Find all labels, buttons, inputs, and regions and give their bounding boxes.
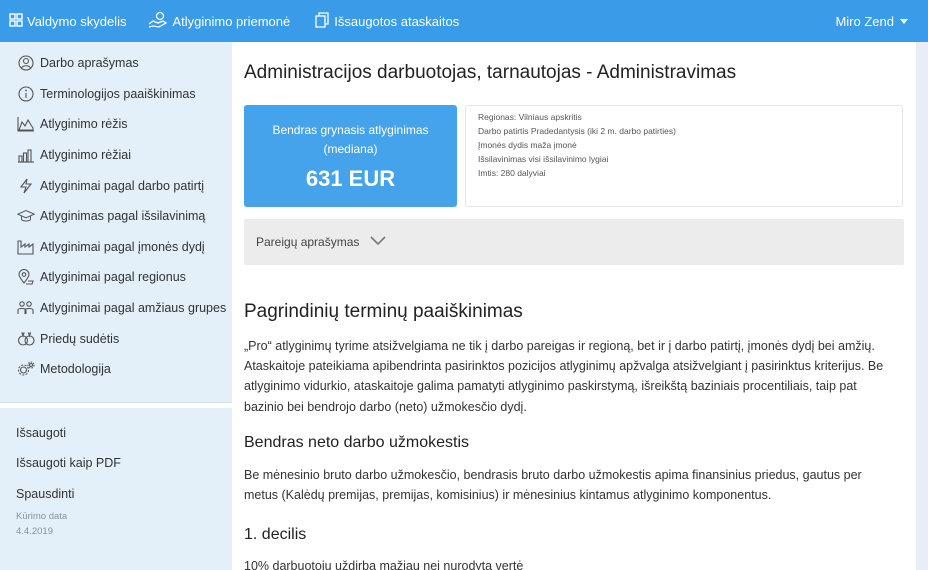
- filter-company-size: Įmonės dydis maža įmonė: [478, 140, 577, 150]
- created-date-value: 4.4.2019: [16, 526, 53, 538]
- save-button[interactable]: Išsaugoti: [0, 418, 232, 449]
- nav-saved-reports[interactable]: Išsaugotos ataskaitos: [300, 0, 469, 42]
- page-title: Administracijos darbuotojas, tarnautojas…: [244, 62, 737, 83]
- graduation-cap-icon: [17, 207, 35, 225]
- info-icon: [17, 85, 35, 103]
- sidebar-item-label: Atlyginimo rėžis: [40, 117, 128, 132]
- net-salary-paragraph: Be mėnesinio bruto darbo užmokesčio, ben…: [244, 468, 862, 503]
- sidebar-item-label: Atlyginimai pagal amžiaus grupes: [40, 301, 227, 316]
- job-description-toggle-label: Pareigų aprašymas: [256, 235, 360, 249]
- sidebar-item-label: Terminologijos paaiškinimas: [40, 86, 196, 101]
- sidebar-item-by-education[interactable]: Atlyginimas pagal išsilavinimą: [0, 201, 232, 232]
- created-date-label: Kūrimo data: [16, 511, 68, 523]
- terms-section-title: Pagrindinių terminų paaiškinimas: [244, 301, 523, 322]
- sidebar-item-label: Atlyginimas pagal išsilavinimą: [40, 209, 206, 224]
- gears-icon: [17, 360, 35, 378]
- print-button[interactable]: Spausdinti: [0, 479, 232, 510]
- nav-salary-tool[interactable]: Atlyginimo priemonė: [136, 0, 300, 42]
- sidebar-item-label: Metodologija: [40, 362, 111, 377]
- user-name: Miro Zend: [835, 13, 894, 29]
- nav-salary-tool-label: Atlyginimo priemonė: [172, 13, 291, 29]
- sidebar-item-terminology[interactable]: Terminologijos paaiškinimas: [0, 79, 232, 110]
- filter-region: Regionas: Vilniaus apskritis: [478, 112, 582, 122]
- sidebar-item-by-experience[interactable]: Atlyginimai pagal darbo patirtį: [0, 170, 232, 201]
- sidebar: Darbo aprašymas Terminologijos paaiškini…: [0, 42, 232, 570]
- median-salary-card: Bendras grynasis atlyginimas (mediana) 6…: [244, 105, 457, 207]
- lightning-icon: [17, 177, 35, 195]
- page-gutter: [916, 42, 928, 570]
- filter-experience: Darbo patirtis Pradedantysis (iki 2 m. d…: [478, 126, 676, 136]
- first-decile-paragraph: 10% darbuotojų uždirba mažiau nei nurody…: [244, 559, 524, 570]
- sidebar-item-by-age[interactable]: Atlyginimai pagal amžiaus grupes: [0, 293, 232, 324]
- intro-paragraph: „Pro“ atlyginimų tyrime atsižvelgiama ne…: [244, 339, 884, 414]
- sidebar-item-label: Atlyginimai pagal regionus: [40, 270, 186, 285]
- sidebar-item-label: Atlyginimo rėžiai: [40, 148, 132, 163]
- people-icon: [17, 299, 35, 317]
- sidebar-item-by-company-size[interactable]: Atlyginimai pagal įmonės dydį: [0, 232, 232, 263]
- factory-icon: [17, 238, 35, 256]
- sidebar-item-methodology[interactable]: Metodologija: [0, 354, 232, 385]
- sidebar-item-label: Priedų sudėtis: [40, 331, 120, 346]
- sidebar-item-job-description[interactable]: Darbo aprašymas: [0, 48, 232, 79]
- top-navbar: Valdymo skydelis Atlyginimo priemonė Išs…: [0, 0, 928, 42]
- bar-chart-icon: [17, 146, 35, 164]
- filter-sample-size: Imtis: 280 dalyviai: [478, 168, 546, 178]
- copy-icon: [314, 11, 334, 31]
- nav-dashboard-label: Valdymo skydelis: [27, 13, 127, 29]
- chevron-down-icon: [359, 235, 387, 250]
- sidebar-item-label: Atlyginimai pagal įmonės dydį: [40, 239, 205, 254]
- first-decile-heading: 1. decilis: [244, 526, 307, 543]
- sidebar-item-salary-ranges[interactable]: Atlyginimo rėžiai: [0, 140, 232, 171]
- dashboard-icon: [9, 12, 27, 30]
- money-bag-icon: [17, 330, 35, 348]
- nav-saved-reports-label: Išsaugotos ataskaitos: [334, 13, 460, 29]
- money-hand-icon: [148, 11, 172, 32]
- filters-summary: Regionas: Vilniaus apskritis Darbo patir…: [465, 105, 903, 207]
- median-salary-label: Bendras grynasis atlyginimas (mediana): [272, 123, 429, 156]
- sidebar-actions: Išsaugoti Išsaugoti kaip PDF Spausdinti …: [0, 408, 232, 538]
- user-circle-icon: [17, 54, 35, 72]
- net-salary-heading: Bendras neto darbo užmokestis: [244, 434, 470, 451]
- median-salary-value: 631 EUR: [305, 166, 396, 191]
- main-content: Administracijos darbuotojas, tarnautojas…: [232, 42, 916, 570]
- map-pin-icon: [17, 268, 35, 286]
- sidebar-item-bonuses[interactable]: Priedų sudėtis: [0, 323, 232, 354]
- save-pdf-button[interactable]: Išsaugoti kaip PDF: [0, 448, 232, 479]
- filter-education: Išsilavinimas visi išsilavinimo lygiai: [478, 154, 609, 164]
- nav-dashboard[interactable]: Valdymo skydelis: [0, 0, 136, 42]
- sidebar-item-by-region[interactable]: Atlyginimai pagal regionus: [0, 262, 232, 293]
- user-menu[interactable]: Miro Zend: [835, 14, 928, 29]
- sidebar-item-label: Atlyginimai pagal darbo patirtį: [40, 178, 204, 193]
- sidebar-menu: Darbo aprašymas Terminologijos paaiškini…: [0, 42, 232, 385]
- chevron-down-icon: [900, 18, 908, 24]
- area-chart-icon: [17, 115, 35, 133]
- sidebar-item-label: Darbo aprašymas: [40, 56, 139, 71]
- sidebar-item-salary-range[interactable]: Atlyginimo rėžis: [0, 109, 232, 140]
- job-description-toggle[interactable]: Pareigų aprašymas: [244, 219, 904, 265]
